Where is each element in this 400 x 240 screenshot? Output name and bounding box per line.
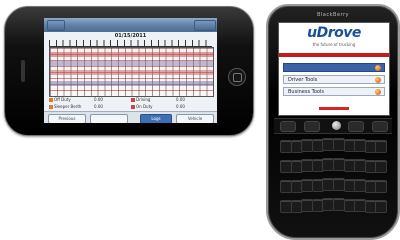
total-driving: Driving 0.00 <box>131 97 185 103</box>
keyboard-key[interactable] <box>375 200 388 214</box>
iphone-screen: 01/15/2011 Off Duty 0.00 Sleeper Berth 0… <box>44 18 217 123</box>
graph-lane-off-duty <box>50 52 213 57</box>
home-button-icon[interactable] <box>228 68 246 86</box>
logo-tagline: the future of trucking <box>312 42 356 47</box>
total-label: Driving <box>136 97 151 102</box>
previous-button[interactable]: Previous <box>48 114 86 123</box>
menu-bullet-icon <box>375 65 381 71</box>
logo-text: uDrove <box>307 25 361 41</box>
end-call-key-icon[interactable] <box>372 121 388 132</box>
iphone-speaker <box>21 60 25 82</box>
keyboard-key[interactable] <box>375 180 388 194</box>
graph-lane-driving <box>50 70 213 75</box>
total-label: Off Duty <box>54 97 71 102</box>
logs-button[interactable]: Logs <box>140 114 172 123</box>
menu-item-label: Business Tools <box>288 89 324 95</box>
qwerty-keyboard[interactable] <box>280 138 388 226</box>
menu-key-icon[interactable] <box>304 121 320 132</box>
blackberry-device: BlackBerry uDrove the future of trucking… <box>266 4 400 240</box>
duty-status-graph[interactable] <box>49 47 214 97</box>
back-key-icon[interactable] <box>348 121 364 132</box>
footer-bar <box>319 107 349 110</box>
status-dot-icon <box>131 98 135 102</box>
graph-lane-on-duty <box>50 81 213 86</box>
iphone-device: 01/15/2011 Off Duty 0.00 Sleeper Berth 0… <box>4 6 254 136</box>
keyboard-key[interactable] <box>375 160 388 174</box>
menu-item-selected[interactable] <box>283 63 385 72</box>
navigation-bar <box>44 18 217 32</box>
total-on-duty: On Duty 0.00 <box>131 104 185 110</box>
total-value: 0.00 <box>94 97 103 102</box>
nav-action-button[interactable] <box>194 20 216 31</box>
app-logo: uDrove the future of trucking <box>279 25 389 51</box>
duty-totals: Off Duty 0.00 Sleeper Berth 0.00 Driving… <box>49 97 212 110</box>
brand-label: BlackBerry <box>316 12 350 18</box>
total-value: 0.00 <box>176 104 185 109</box>
total-value: 0.00 <box>176 97 185 102</box>
header-divider <box>279 53 389 57</box>
navigation-keys <box>274 118 392 134</box>
status-dot-icon <box>131 105 135 109</box>
status-dot-icon <box>49 98 53 102</box>
menu-item-label: Driver Tools <box>288 77 318 83</box>
blackberry-screen: uDrove the future of trucking Driver Too… <box>278 22 390 116</box>
vehicle-button[interactable]: Vehicle <box>176 114 214 123</box>
bottom-toolbar: Previous Logs Vehicle <box>44 111 217 123</box>
back-button[interactable] <box>47 20 65 31</box>
total-label: Sleeper Berth <box>54 104 82 109</box>
menu-bullet-icon <box>375 77 381 83</box>
hour-ruler <box>49 40 212 47</box>
call-key-icon[interactable] <box>280 121 296 132</box>
menu-bullet-icon <box>375 89 381 95</box>
total-sleeper: Sleeper Berth 0.00 <box>49 104 103 110</box>
keyboard-key[interactable] <box>375 140 388 154</box>
menu-item-driver-tools[interactable]: Driver Tools <box>283 75 385 84</box>
total-label: On Duty <box>136 104 153 109</box>
graph-lane-sleeper <box>50 61 213 66</box>
total-off-duty: Off Duty 0.00 <box>49 97 103 103</box>
next-button[interactable] <box>90 114 128 123</box>
menu-item-business-tools[interactable]: Business Tools <box>283 87 385 96</box>
status-dot-icon <box>49 105 53 109</box>
log-date: 01/15/2011 <box>114 33 147 39</box>
total-value: 0.00 <box>94 104 103 109</box>
trackball-icon[interactable] <box>332 121 341 130</box>
